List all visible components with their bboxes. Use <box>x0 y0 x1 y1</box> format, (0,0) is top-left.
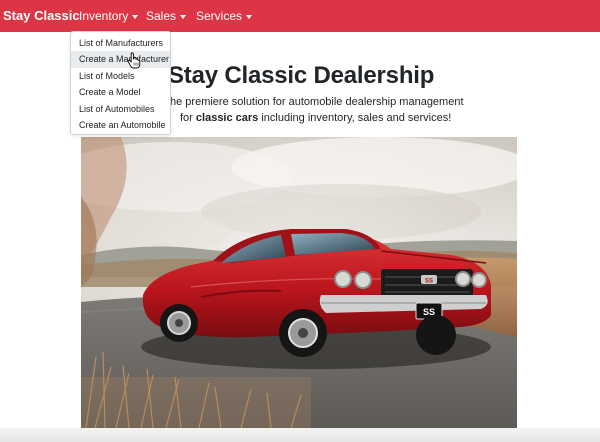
caret-down-icon <box>132 14 139 19</box>
menu-item-list-manufacturers[interactable]: List of Manufacturers <box>71 35 170 51</box>
hero-title: Stay Classic Dealership <box>168 62 435 89</box>
nav-services-label: Services <box>196 9 243 23</box>
navbar: Stay Classic Inventory Sales Services <box>0 0 600 32</box>
menu-item-create-manufacturer[interactable]: Create a Manufacturer <box>71 51 170 68</box>
hero-lead-line2: for classic cars including inventory, sa… <box>180 112 451 124</box>
caret-down-icon <box>246 14 253 19</box>
nav-services-toggle[interactable]: Services <box>196 9 253 23</box>
hero-lead-line1: he premiere solution for automobile deal… <box>170 96 464 108</box>
nav-inventory-label: Inventory <box>79 9 129 23</box>
hand-pointer-icon <box>127 52 141 69</box>
menu-item-list-models[interactable]: List of Models <box>71 68 170 84</box>
grille-badge: SS <box>425 279 433 285</box>
menu-item-create-automobile[interactable]: Create an Automobile <box>71 117 170 133</box>
hero-car-image: SS SS <box>81 137 517 428</box>
menu-item-create-model[interactable]: Create a Model <box>71 84 170 100</box>
brand-link[interactable]: Stay Classic <box>3 8 80 23</box>
nav-sales-label: Sales <box>146 9 177 23</box>
page-bottom-edge <box>0 428 600 442</box>
nav-sales-toggle[interactable]: Sales <box>146 9 187 23</box>
lead-bold: classic cars <box>195 112 259 124</box>
menu-item-list-automobiles[interactable]: List of Automobiles <box>71 101 170 117</box>
nav-inventory-toggle[interactable]: Inventory <box>79 9 139 23</box>
inventory-dropdown-menu: List of Manufacturers Create a Manufactu… <box>70 31 171 135</box>
lead-suffix: including inventory, sales and services! <box>258 112 452 124</box>
lead-prefix: for <box>180 112 196 124</box>
caret-down-icon <box>180 14 187 19</box>
